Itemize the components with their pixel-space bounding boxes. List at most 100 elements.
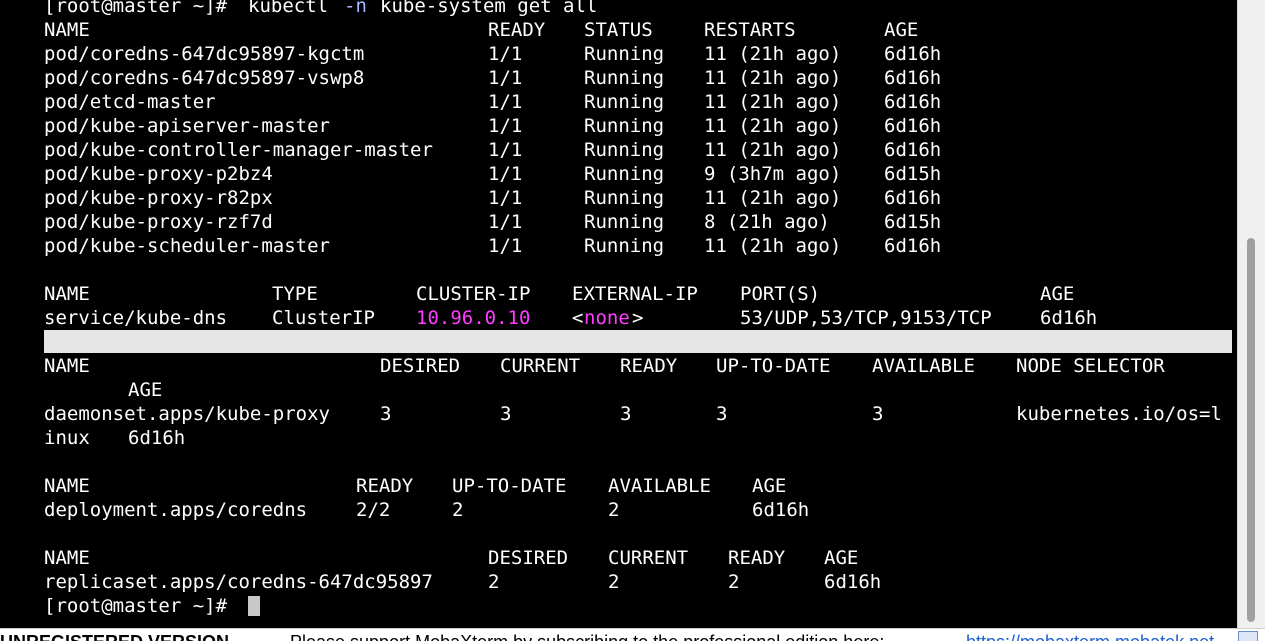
terminal-cell: PORT(S) — [740, 283, 821, 305]
table-row: pod/kube-controller-manager-master 1/1 R… — [44, 138, 941, 162]
terminal-cell: AGE — [1040, 283, 1075, 305]
terminal-cell: [root@master ~]# — [44, 595, 228, 617]
terminal-cell: 2 — [608, 571, 620, 593]
terminal-cell: Running — [584, 43, 665, 65]
terminal-cell: replicaset.apps/coredns-647dc95897 — [44, 571, 433, 593]
terminal-cell: pod/kube-apiserver-master — [44, 115, 330, 137]
table-row: pod/etcd-master 1/1 Running 11 (21h ago)… — [44, 90, 941, 114]
table-row: daemonset.apps/kube-proxy 3 3 3 3 3 kube… — [44, 402, 1222, 426]
terminal-cell: RESTARTS — [704, 19, 796, 41]
terminal-cell: -n — [344, 0, 367, 17]
terminal-cell: 9 (3h7m ago) — [704, 163, 842, 185]
terminal-cell: 2 — [488, 571, 500, 593]
terminal-cell: CURRENT — [500, 355, 581, 377]
terminal-cell: READY — [356, 475, 414, 497]
terminal-cell: Running — [584, 187, 665, 209]
terminal-cell: NAME — [44, 283, 90, 305]
terminal-cell: 2 — [608, 499, 620, 521]
terminal-cell: service/kube-dns — [44, 307, 228, 329]
terminal-cell: Running — [584, 139, 665, 161]
terminal-cell: 6d16h — [824, 571, 882, 593]
terminal-cell: ClusterIP — [272, 307, 375, 329]
terminal-cell: Running — [584, 115, 665, 137]
terminal-cell: kubernetes.io/os=l — [1016, 403, 1222, 425]
terminal-cell: DESIRED — [488, 547, 569, 569]
terminal-cell: 6d16h — [884, 43, 942, 65]
status-bar: UNREGISTERED VERSION Please support Moba… — [0, 628, 1265, 641]
terminal-output[interactable]: [root@master ~]# kubectl -n kube-system … — [0, 0, 1237, 628]
terminal-cell: 6d16h — [884, 139, 942, 161]
terminal-cell: pod/kube-scheduler-master — [44, 235, 330, 257]
terminal-cell: deployment.apps/coredns — [44, 499, 308, 521]
table-row: pod/kube-proxy-rzf7d 1/1 Running 8 (21h … — [44, 210, 941, 234]
selection-band — [44, 330, 1232, 353]
terminal-cell: 1/1 — [488, 115, 523, 137]
terminal-cell: 1/1 — [488, 91, 523, 113]
terminal-cell: > — [632, 307, 644, 329]
terminal-cell: 6d16h — [128, 427, 186, 449]
table-row: pod/kube-scheduler-master 1/1 Running 11… — [44, 234, 941, 258]
terminal-cell: 6d16h — [884, 235, 942, 257]
terminal-cell: AGE — [824, 547, 859, 569]
table-row: service/kube-dns ClusterIP 10.96.0.10 < … — [44, 306, 1097, 330]
scrollbar-thumb[interactable] — [1247, 238, 1255, 622]
terminal-cell: AGE — [752, 475, 787, 497]
vertical-scrollbar[interactable] — [1237, 0, 1265, 628]
text-cursor — [248, 596, 260, 616]
table-row: pod/coredns-647dc95897-kgctm 1/1 Running… — [44, 42, 941, 66]
replicasets-header: NAME DESIRED CURRENT READY AGE — [44, 546, 858, 570]
daemonsets-header-wrap: AGE — [44, 378, 162, 402]
terminal-cell: pod/coredns-647dc95897-kgctm — [44, 43, 365, 65]
table-row-wrap: inux 6d16h — [44, 426, 185, 450]
terminal-cell: kube-system get all — [380, 0, 598, 17]
terminal-cell: 11 (21h ago) — [704, 187, 842, 209]
terminal-cell: daemonset.apps/kube-proxy — [44, 403, 330, 425]
terminal-cell: 3 — [620, 403, 632, 425]
terminal-cell: 6d16h — [884, 67, 942, 89]
table-row: replicaset.apps/coredns-647dc95897 2 2 2… — [44, 570, 881, 594]
terminal-cell: 2 — [452, 499, 464, 521]
table-row: pod/coredns-647dc95897-vswp8 1/1 Running… — [44, 66, 941, 90]
terminal-cell: 1/1 — [488, 67, 523, 89]
terminal-cell: 6d16h — [1040, 307, 1098, 329]
terminal-cell: 1/1 — [488, 187, 523, 209]
unregistered-label: UNREGISTERED VERSION — [0, 629, 229, 641]
terminal-cell: 3 — [380, 403, 392, 425]
terminal-cell: AVAILABLE — [608, 475, 711, 497]
terminal-cell: 11 (21h ago) — [704, 115, 842, 137]
terminal-cell: CURRENT — [608, 547, 689, 569]
pods-header: NAME READY STATUS RESTARTS AGE — [44, 18, 918, 42]
subscribe-link[interactable]: https://mobaxterm.mobatek.net — [966, 629, 1214, 641]
services-header: NAME TYPE CLUSTER-IP EXTERNAL-IP PORT(S)… — [44, 282, 1074, 306]
terminal-cell: 1/1 — [488, 211, 523, 233]
terminal-cell: 3 — [500, 403, 512, 425]
terminal-cell: NAME — [44, 355, 90, 377]
support-message: Please support MobaXterm by subscribing … — [290, 629, 884, 641]
daemonsets-header: NAME DESIRED CURRENT READY UP-TO-DATE AV… — [44, 354, 1165, 378]
terminal-cell: inux — [44, 427, 90, 449]
external-ip-none: none — [584, 307, 630, 329]
table-row: deployment.apps/coredns 2/2 2 2 6d16h — [44, 498, 809, 522]
terminal-cell: 2 — [728, 571, 740, 593]
terminal-cell: pod/etcd-master — [44, 91, 216, 113]
terminal-cell: 6d15h — [884, 163, 942, 185]
terminal-cell: pod/coredns-647dc95897-vswp8 — [44, 67, 365, 89]
terminal-cell: NODE SELECTOR — [1016, 355, 1165, 377]
mobaxterm-window: [root@master ~]# kubectl -n kube-system … — [0, 0, 1265, 641]
table-row: pod/kube-apiserver-master 1/1 Running 11… — [44, 114, 941, 138]
terminal-cell: NAME — [44, 19, 90, 41]
terminal-cell: READY — [488, 19, 546, 41]
terminal-cell: EXTERNAL-IP — [572, 283, 698, 305]
terminal-cell: UP-TO-DATE — [452, 475, 567, 497]
terminal-cell: < — [572, 307, 584, 329]
terminal-cell: 8 (21h ago) — [704, 211, 830, 233]
terminal-cell: 11 (21h ago) — [704, 235, 842, 257]
terminal-cell: STATUS — [584, 19, 653, 41]
terminal-cell: 6d15h — [884, 211, 942, 233]
prompt-line[interactable]: [root@master ~]# — [44, 594, 260, 618]
terminal-cell: 1/1 — [488, 43, 523, 65]
terminal-cell: Running — [584, 163, 665, 185]
terminal-cell: 3 — [716, 403, 728, 425]
terminal-cell: [root@master ~]# — [44, 0, 228, 17]
statusbar-button[interactable] — [1238, 631, 1258, 641]
